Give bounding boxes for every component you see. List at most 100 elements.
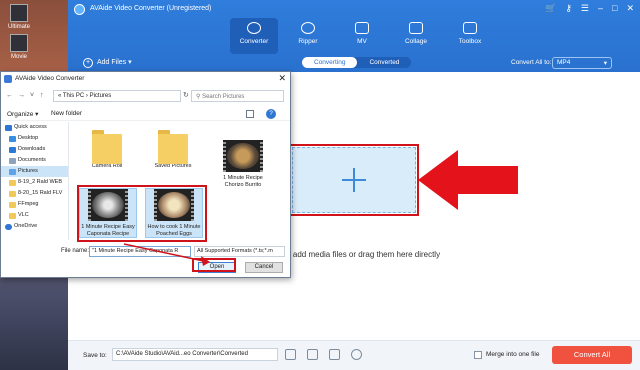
close-icon[interactable]: ✕ bbox=[278, 73, 286, 84]
key-icon[interactable]: ⚷ bbox=[565, 3, 572, 14]
sidebar-item-label: VLC bbox=[18, 212, 29, 218]
speed-icon[interactable] bbox=[307, 349, 318, 360]
app-icon bbox=[4, 75, 12, 83]
save-path-value: C:\AVAide Studio\AVAid...eo Converter\Co… bbox=[116, 351, 248, 357]
sidebar-item-label: FFmpeg bbox=[18, 201, 39, 207]
forward-arrow-icon[interactable]: → bbox=[18, 92, 25, 99]
tab-collage[interactable]: Collage bbox=[392, 18, 440, 54]
converter-icon bbox=[247, 22, 261, 34]
menu-icon[interactable]: ☰ bbox=[581, 3, 589, 14]
tab-ripper[interactable]: Ripper bbox=[284, 18, 332, 54]
sidebar-item-quick-access[interactable]: Quick access bbox=[1, 122, 68, 133]
film-strip bbox=[260, 140, 263, 172]
sidebar-item-label: 8-20_15 Rald FLV bbox=[18, 190, 63, 196]
star-icon bbox=[5, 124, 12, 131]
sidebar-item-folder[interactable]: 8-20_15 Rald FLV bbox=[1, 188, 68, 199]
back-arrow-icon[interactable]: ← bbox=[6, 92, 13, 99]
convert-all-button[interactable]: Convert All bbox=[552, 346, 632, 364]
chevron-down-icon[interactable]: ˅ bbox=[30, 92, 34, 99]
sidebar-item-downloads[interactable]: Downloads bbox=[1, 144, 68, 155]
view-options-icon[interactable] bbox=[246, 110, 254, 118]
dialog-title: AVAide Video Converter bbox=[15, 75, 85, 82]
file-type-select[interactable]: All Supported Formats (*.ts;*.m bbox=[194, 246, 285, 257]
organize-button[interactable]: Organize ▾ bbox=[7, 110, 38, 118]
tab-converter[interactable]: Converter bbox=[230, 18, 278, 54]
open-folder-icon[interactable] bbox=[285, 349, 296, 360]
footer-bar: Save to: C:\AVAide Studio\AVAid...eo Con… bbox=[68, 340, 640, 370]
save-path-select[interactable]: C:\AVAide Studio\AVAid...eo Converter\Co… bbox=[112, 348, 278, 361]
sidebar-item-label: Downloads bbox=[18, 146, 46, 152]
app-shortcut-icon bbox=[10, 4, 28, 22]
sidebar-item-folder[interactable]: VLC bbox=[1, 210, 68, 221]
cloud-icon bbox=[5, 223, 12, 230]
cart-icon[interactable]: 🛒 bbox=[545, 3, 556, 14]
sidebar-item-label: Pictures bbox=[18, 168, 38, 174]
desktop-icon bbox=[9, 135, 16, 142]
help-icon[interactable]: ? bbox=[266, 109, 276, 119]
settings-icon[interactable] bbox=[351, 349, 362, 360]
image-icon bbox=[355, 22, 369, 34]
sidebar-item-pictures[interactable]: Pictures bbox=[1, 166, 68, 177]
close-icon[interactable]: ✕ bbox=[626, 3, 634, 14]
cancel-button[interactable]: Cancel bbox=[245, 262, 283, 273]
app-title: AVAide Video Converter (Unregistered) bbox=[90, 5, 212, 12]
folder-item[interactable]: Camera Roll bbox=[79, 130, 135, 170]
annotation-arrow bbox=[418, 150, 518, 210]
minimize-icon[interactable]: – bbox=[598, 3, 603, 14]
breadcrumb: « This PC › Pictures bbox=[58, 93, 112, 99]
file-name: 1 Minute Recipe Chorizo Burrito bbox=[223, 175, 263, 188]
toolbar: + Add Files ▾ Converting Converted Conver… bbox=[68, 55, 640, 72]
tab-label: Ripper bbox=[298, 38, 318, 45]
maximize-icon[interactable]: □ bbox=[612, 3, 617, 14]
dialog-command-bar: Organize ▾ New folder ? bbox=[1, 107, 290, 121]
sidebar-item-folder[interactable]: FFmpeg bbox=[1, 199, 68, 210]
merge-label: Merge into one file bbox=[486, 351, 540, 358]
search-input[interactable]: ⚲ Search Pictures bbox=[191, 90, 284, 102]
tab-converting[interactable]: Converting bbox=[302, 57, 358, 68]
plus-icon: + bbox=[83, 58, 93, 68]
gpu-icon[interactable] bbox=[329, 349, 340, 360]
desktop-shortcut[interactable]: Ultimate bbox=[6, 4, 32, 30]
toolbox-icon bbox=[463, 22, 477, 34]
app-logo-icon bbox=[74, 4, 85, 15]
tab-label: Converter bbox=[239, 38, 269, 45]
sidebar-item-documents[interactable]: Documents bbox=[1, 155, 68, 166]
up-arrow-icon[interactable]: ↑ bbox=[40, 92, 44, 99]
video-thumbnail bbox=[223, 140, 263, 172]
desktop-shortcut-label: Movie bbox=[10, 54, 27, 60]
new-folder-button[interactable]: New folder bbox=[51, 110, 82, 117]
drop-hint-text: to add media files or drag them here dir… bbox=[284, 250, 441, 259]
documents-icon bbox=[9, 157, 16, 164]
desktop-shortcut-label: Ultimate bbox=[7, 24, 30, 30]
folder-item[interactable]: Saved Pictures bbox=[145, 130, 201, 170]
annotation-highlight-box bbox=[77, 185, 207, 242]
tab-label: Toolbox bbox=[458, 38, 482, 45]
address-bar[interactable]: « This PC › Pictures bbox=[53, 90, 181, 102]
tab-converted[interactable]: Converted bbox=[357, 57, 411, 68]
video-file-item[interactable]: 1 Minute Recipe Chorizo Burrito bbox=[214, 140, 272, 188]
film-strip bbox=[223, 140, 226, 172]
dialog-bottom-bar: File name: "1 Minute Recipe Easy Caponat… bbox=[1, 244, 290, 278]
sidebar-item-onedrive[interactable]: OneDrive bbox=[1, 221, 68, 232]
app-header: AVAide Video Converter (Unregistered) 🛒 … bbox=[68, 0, 640, 72]
file-name-label: File name: bbox=[61, 248, 90, 254]
desktop-shortcut[interactable]: Movie bbox=[6, 34, 32, 60]
refresh-icon[interactable]: ↻ bbox=[183, 91, 189, 99]
folder-icon bbox=[9, 201, 16, 208]
add-files-button[interactable]: + Add Files ▾ bbox=[83, 58, 132, 68]
tab-toolbox[interactable]: Toolbox bbox=[446, 18, 494, 54]
disc-icon bbox=[301, 22, 315, 34]
sidebar-item-label: OneDrive bbox=[14, 223, 38, 229]
folder-icon bbox=[92, 130, 122, 164]
pictures-icon bbox=[9, 168, 16, 175]
tab-mv[interactable]: MV bbox=[338, 18, 386, 54]
folder-icon bbox=[158, 130, 188, 164]
download-icon bbox=[9, 146, 16, 153]
sidebar-item-folder[interactable]: 8-19_2 Rald WEB bbox=[1, 177, 68, 188]
sidebar-item-desktop[interactable]: Desktop bbox=[1, 133, 68, 144]
file-name-input[interactable]: "1 Minute Recipe Easy Caponata R bbox=[89, 246, 191, 257]
folder-icon bbox=[9, 179, 16, 186]
tab-label: Collage bbox=[404, 38, 428, 45]
output-format-select[interactable]: MP4 ▾ bbox=[552, 57, 612, 69]
merge-checkbox[interactable] bbox=[474, 351, 482, 359]
